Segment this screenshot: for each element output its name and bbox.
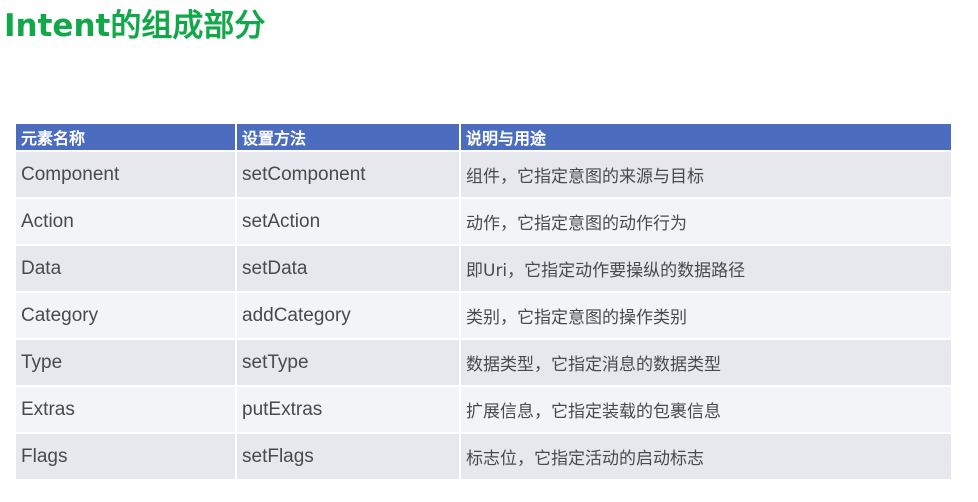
table-row: Flags setFlags 标志位，它指定活动的启动标志	[16, 432, 951, 479]
cell-setter-method: setComponent	[235, 150, 460, 198]
cell-description: 动作，它指定意图的动作行为	[459, 197, 951, 245]
table-header: 元素名称 设置方法 说明与用途	[16, 124, 951, 151]
cell-element-name: Type	[16, 338, 236, 386]
table: 元素名称 设置方法 说明与用途 Component setComponent 组…	[16, 124, 951, 479]
column-header-description: 说明与用途	[459, 124, 951, 151]
table-row: Type setType 数据类型，它指定消息的数据类型	[16, 338, 951, 386]
table-row: Data setData 即Uri，它指定动作要操纵的数据路径	[16, 244, 951, 292]
cell-element-name: Extras	[16, 385, 236, 433]
page-title: Intent的组成部分	[4, 8, 266, 44]
cell-setter-method: setFlags	[235, 432, 460, 479]
table-body: Component setComponent 组件，它指定意图的来源与目标 Ac…	[16, 150, 951, 479]
cell-element-name: Component	[16, 150, 236, 198]
cell-description: 数据类型，它指定消息的数据类型	[459, 338, 951, 386]
table-row: Component setComponent 组件，它指定意图的来源与目标	[16, 150, 951, 198]
cell-setter-method: addCategory	[235, 291, 460, 339]
cell-element-name: Data	[16, 244, 236, 292]
cell-setter-method: setAction	[235, 197, 460, 245]
cell-description: 标志位，它指定活动的启动标志	[459, 432, 951, 479]
cell-description: 即Uri，它指定动作要操纵的数据路径	[459, 244, 951, 292]
table-header-row: 元素名称 设置方法 说明与用途	[16, 124, 951, 151]
cell-setter-method: setType	[235, 338, 460, 386]
cell-description: 类别，它指定意图的操作类别	[459, 291, 951, 339]
table-row: Action setAction 动作，它指定意图的动作行为	[16, 197, 951, 245]
intent-components-table: 元素名称 设置方法 说明与用途 Component setComponent 组…	[16, 124, 951, 479]
cell-setter-method: setData	[235, 244, 460, 292]
column-header-element-name: 元素名称	[16, 124, 236, 151]
table-row: Extras putExtras 扩展信息，它指定装载的包裹信息	[16, 385, 951, 433]
table-row: Category addCategory 类别，它指定意图的操作类别	[16, 291, 951, 339]
cell-setter-method: putExtras	[235, 385, 460, 433]
cell-element-name: Category	[16, 291, 236, 339]
cell-description: 扩展信息，它指定装载的包裹信息	[459, 385, 951, 433]
column-header-setter-method: 设置方法	[235, 124, 460, 151]
cell-element-name: Action	[16, 197, 236, 245]
cell-description: 组件，它指定意图的来源与目标	[459, 150, 951, 198]
cell-element-name: Flags	[16, 432, 236, 479]
